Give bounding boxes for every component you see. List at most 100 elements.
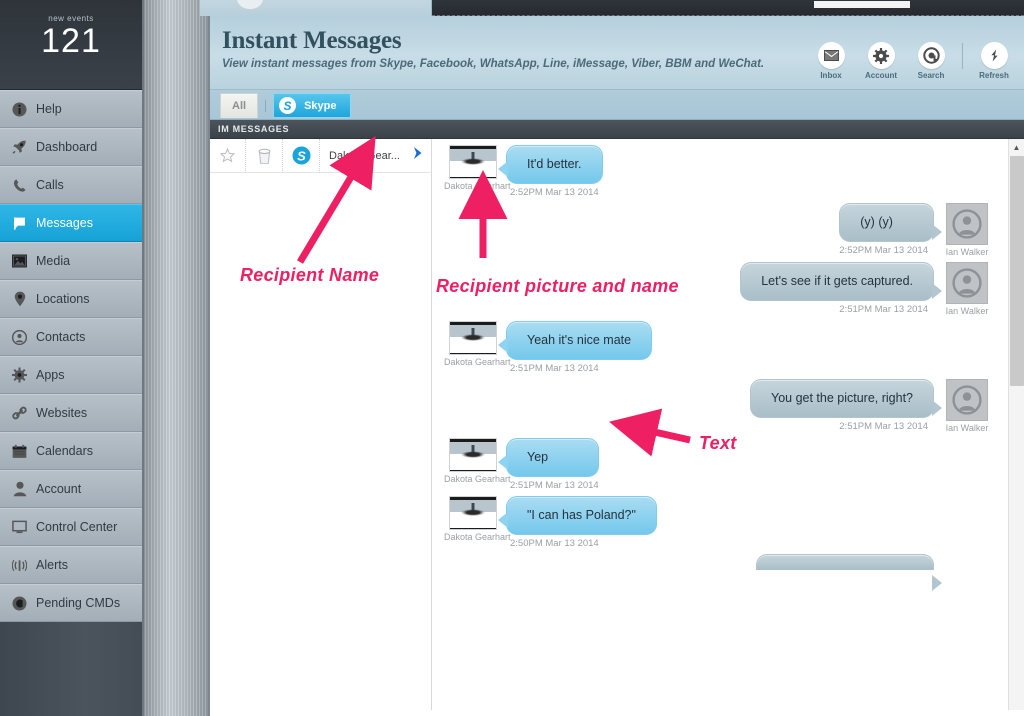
- message-flag-icon: [12, 216, 27, 231]
- top-left-tab: [200, 0, 432, 16]
- signal-icon: [12, 558, 27, 573]
- message-bubble: You get the picture, right?: [750, 379, 942, 418]
- tab-skype[interactable]: S Skype: [273, 93, 352, 118]
- message-thread: Dakota Gearhart It'd better. 2:52PM Mar 13…: [432, 139, 1024, 710]
- sidebar-item-label: Help: [36, 102, 62, 116]
- sidebar-item-messages[interactable]: Messages: [0, 204, 142, 242]
- trash-icon[interactable]: [246, 138, 283, 173]
- conversation-row[interactable]: S Dakota Gear...: [210, 138, 431, 173]
- message-bubble: It'd better.: [498, 145, 603, 184]
- sidebar-item-contacts[interactable]: Contacts: [0, 318, 142, 356]
- sidebar-item-label: Pending CMDs: [36, 596, 121, 610]
- message-bubble-wrapper: It'd better. 2:52PM Mar 13 2014: [498, 145, 603, 198]
- sidebar-item-help[interactable]: Help: [0, 90, 142, 128]
- link-icon: [12, 406, 27, 421]
- sidebar-item-account[interactable]: Account: [0, 470, 142, 508]
- sender-name: Ian Walker: [945, 306, 989, 316]
- message-bubble-wrapper: Yep 2:51PM Mar 13 2014: [498, 438, 599, 491]
- header-search-button[interactable]: Search: [909, 42, 953, 80]
- message-timestamp: 2:50PM Mar 13 2014: [510, 538, 599, 549]
- conversation-name-cell[interactable]: Dakota Gear...: [320, 139, 431, 173]
- sidebar: new events 121 Help Dashboard Calls Message…: [0, 0, 142, 716]
- message-sender: Ian Walker: [938, 203, 996, 257]
- gear-icon: [12, 367, 27, 383]
- page-header: Instant Messages View instant messages f…: [210, 16, 1024, 90]
- message-sender: [938, 554, 996, 570]
- main-panel: Instant Messages View instant messages f…: [210, 16, 1024, 716]
- sidebar-item-pending-cmds[interactable]: Pending CMDs: [0, 584, 142, 622]
- content-split: S Dakota Gear... Dakota Gearhart It'd bet…: [210, 138, 1024, 710]
- header-refresh-button[interactable]: Refresh: [972, 42, 1016, 80]
- message-sender: Dakota Gearhart: [444, 438, 511, 491]
- sidebar-item-locations[interactable]: Locations: [0, 280, 142, 318]
- header-icon-bar: Inbox Account Search Refresh: [809, 42, 1016, 80]
- message-timestamp: 2:51PM Mar 13 2014: [839, 421, 928, 432]
- sidebar-item-label: Dashboard: [36, 140, 98, 154]
- sender-name: Dakota Gearhart: [444, 474, 511, 484]
- message-bubble-wrapper: [756, 554, 942, 591]
- tab-circle-decoration: [236, 0, 264, 10]
- sidebar-item-media[interactable]: Media: [0, 242, 142, 280]
- sidebar-item-label: Apps: [36, 368, 65, 382]
- message-timestamp: 2:51PM Mar 13 2014: [839, 304, 928, 315]
- sidebar-item-label: Locations: [36, 292, 90, 306]
- message-bubble-wrapper: Yeah it's nice mate 2:51PM Mar 13 2014: [497, 321, 653, 374]
- scrollbar-thumb[interactable]: [1010, 156, 1024, 386]
- tab-all[interactable]: All: [220, 93, 259, 118]
- header-refresh-label: Refresh: [979, 71, 1009, 80]
- sender-thumbnail-image: [449, 496, 497, 530]
- sidebar-item-alerts[interactable]: Alerts: [0, 546, 142, 584]
- section-bar: IM MESSAGES: [210, 120, 1024, 139]
- message-bubble-wrapper: (y) (y) 2:52PM Mar 13 2014: [839, 203, 942, 257]
- message-outgoing: Ian Walker (y) (y) 2:52PM Mar 13 2014: [432, 203, 1008, 257]
- message-incoming: Dakota Gearhart It'd better. 2:52PM Mar 13…: [432, 145, 1008, 198]
- sender-thumbnail-image: [449, 145, 497, 179]
- message-bubble-wrapper: You get the picture, right? 2:51PM Mar 13…: [750, 379, 942, 433]
- sidebar-item-calls[interactable]: Calls: [0, 166, 142, 204]
- browser-top-strip: [0, 0, 1024, 16]
- metal-gutter: [142, 0, 210, 716]
- person-icon: [12, 481, 27, 497]
- tab-divider: [265, 99, 267, 112]
- sender-name: Dakota Gearhart: [444, 357, 511, 367]
- sidebar-item-calendars[interactable]: Calendars: [0, 432, 142, 470]
- sidebar-item-control-center[interactable]: Control Center: [0, 508, 142, 546]
- message-bubble-wrapper: Let's see if it gets captured. 2:51PM Mar…: [740, 262, 942, 316]
- skype-icon: S: [279, 97, 297, 114]
- vertical-scrollbar[interactable]: ▲: [1008, 139, 1024, 710]
- scroll-up-arrow[interactable]: ▲: [1009, 139, 1024, 155]
- sender-name: Ian Walker: [945, 247, 989, 257]
- message-incoming: Dakota Gearhart Yeah it's nice mate 2:51PM…: [432, 321, 1008, 374]
- sidebar-item-label: Alerts: [36, 558, 68, 572]
- sidebar-item-dashboard[interactable]: Dashboard: [0, 128, 142, 166]
- header-inbox-label: Inbox: [820, 71, 842, 80]
- sidebar-item-label: Calls: [36, 178, 64, 192]
- sender-thumbnail-image: [449, 321, 497, 355]
- chevron-right-icon[interactable]: [412, 146, 424, 165]
- avatar: [946, 262, 988, 304]
- sidebar-item-websites[interactable]: Websites: [0, 394, 142, 432]
- star-icon[interactable]: [210, 138, 246, 173]
- message-incoming: Dakota Gearhart Yep 2:51PM Mar 13 2014: [432, 438, 1008, 491]
- message-bubble: Let's see if it gets captured.: [740, 262, 942, 301]
- svg-text:S: S: [297, 148, 306, 163]
- info-icon: [12, 102, 27, 117]
- rocket-icon: [12, 140, 27, 155]
- inbox-icon: [817, 42, 845, 69]
- sidebar-item-label: Control Center: [36, 520, 118, 534]
- message-sender: Ian Walker: [938, 379, 996, 433]
- search-at-icon: [917, 42, 945, 69]
- message-timestamp: 2:51PM Mar 13 2014: [510, 363, 599, 374]
- header-account-button[interactable]: Account: [859, 42, 903, 80]
- gutter-right-edge: [208, 0, 210, 716]
- top-dark-navbar: [432, 0, 1024, 16]
- sidebar-filler: [0, 622, 142, 716]
- monitor-icon: [12, 520, 27, 535]
- sender-name: Dakota Gearhart: [444, 181, 511, 191]
- message-timestamp: 2:52PM Mar 13 2014: [839, 245, 928, 256]
- sidebar-item-apps[interactable]: Apps: [0, 356, 142, 394]
- header-inbox-button[interactable]: Inbox: [809, 42, 853, 80]
- command-circle-icon: [12, 596, 27, 611]
- message-outgoing: Ian Walker You get the picture, right? 2:5…: [432, 379, 1008, 433]
- message-bubble: Yeah it's nice mate: [497, 321, 653, 360]
